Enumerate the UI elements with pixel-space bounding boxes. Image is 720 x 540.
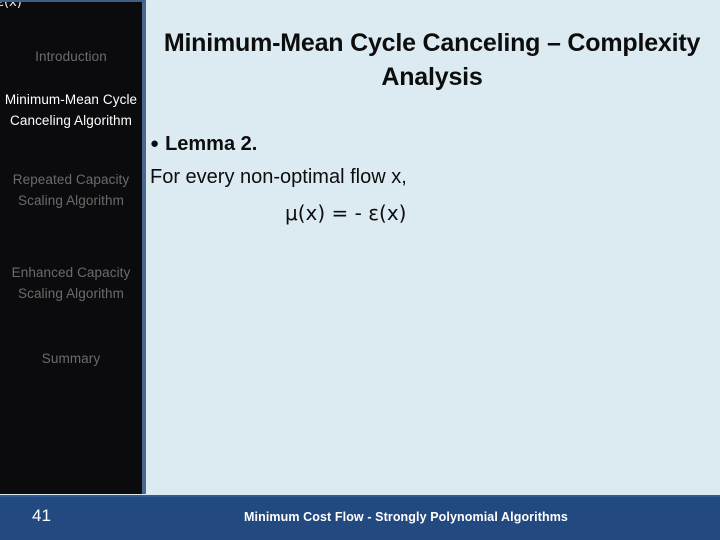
sidebar-item-label: Minimum-Mean Cycle Canceling Algorithm	[4, 92, 138, 128]
sidebar-navigation: ε(x)² Introduction Minimum-Mean Cycle Ca…	[0, 0, 146, 494]
footer-content: 41 Minimum Cost Flow - Strongly Polynomi…	[0, 497, 720, 538]
sidebar-item-label: Repeated Capacity Scaling Algorithm	[12, 172, 130, 208]
bullet-icon: ●	[150, 135, 160, 152]
lemma-formula: μ(x) = - ε(x)	[285, 201, 407, 225]
sidebar-item-minimum-mean-cycle-canceling-algorithm[interactable]: Minimum-Mean Cycle Canceling Algorithm	[0, 89, 142, 131]
sidebar-item-label: Enhanced Capacity Scaling Algorithm	[11, 265, 131, 301]
lemma-label: Lemma 2.	[165, 133, 258, 155]
lemma-heading: ● Lemma 2.	[150, 130, 704, 158]
sidebar-item-enhanced-capacity-scaling-algorithm[interactable]: Enhanced Capacity Scaling Algorithm	[0, 262, 142, 304]
footer-title: Minimum Cost Flow - Strongly Polynomial …	[244, 510, 568, 524]
lemma-statement: For every non-optimal flow x,	[150, 166, 407, 188]
slide: ε(x)² Introduction Minimum-Mean Cycle Ca…	[0, 0, 720, 540]
sidebar-item-summary[interactable]: Summary	[0, 348, 142, 369]
sidebar-item-label: Introduction	[35, 49, 107, 64]
slide-title: Minimum-Mean Cycle Canceling – Complexit…	[163, 29, 701, 91]
sidebar-item-repeated-capacity-scaling-algorithm[interactable]: Repeated Capacity Scaling Algorithm	[0, 169, 142, 211]
sidebar-item-introduction[interactable]: Introduction	[0, 46, 142, 67]
corner-text-fragment: ε(x)²	[0, 0, 28, 10]
page-number: 41	[32, 506, 51, 525]
sidebar-item-label: Summary	[41, 351, 101, 366]
slide-body: ● Lemma 2. For every non-optimal flow x, …	[150, 130, 704, 228]
slide-footer: 41 Minimum Cost Flow - Strongly Polynomi…	[0, 495, 720, 540]
